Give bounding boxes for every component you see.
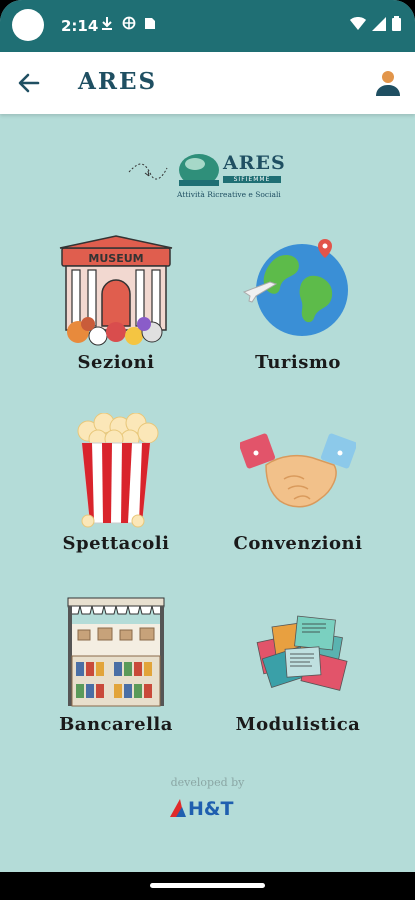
battery-icon [392,16,401,31]
menu-item-bancarella[interactable]: Bancarella [31,594,201,764]
menu-label: Sezioni [77,352,155,373]
market-stall-icon [67,597,165,707]
ht-logo: H&T [168,795,248,820]
popcorn-icon [77,413,159,528]
back-arrow-icon[interactable] [16,70,42,96]
ht-logo-icon: H&T [170,798,233,820]
download-icon [102,17,112,30]
gesture-nav-bar [0,872,415,900]
logo-subbrand: SIFIEMME [223,176,281,183]
system-icons [350,16,401,31]
user-icon[interactable] [375,69,401,97]
menu-item-turismo[interactable]: Turismo [213,232,383,402]
wifi-icon [350,16,366,30]
developed-by-text: developed by [170,776,245,789]
forms-icon [256,615,348,691]
menu-item-modulistica[interactable]: Modulistica [213,594,383,764]
ht-brand-text: H&T [188,798,233,819]
notification-icons [100,16,156,30]
status-bar: 2:14 [0,0,415,52]
ares-logo: ARES SIFIEMME Attività Ricreative e Soci… [125,150,290,210]
signal-icon [372,16,386,31]
museum-icon: MUSEUM [59,235,173,346]
app-title: ARES [78,68,158,95]
menu-item-sezioni[interactable]: MUSEUM Sezioni [31,232,201,402]
menu-label: Turismo [255,352,341,373]
menu-label: Modulistica [235,714,361,735]
sim-card-icon [145,18,155,29]
app-bar: ARES [0,52,415,114]
profile-dot-icon [12,9,44,41]
menu-label: Spettacoli [62,533,170,554]
logo-tagline: Attività Ricreative e Sociali [177,190,281,199]
target-icon [122,16,136,30]
app-screen: 2:14 ARES ARES SIFIEMME Attività Ricreat… [0,0,415,900]
home-gesture-handle[interactable] [150,883,265,888]
logo-wordmark: ARES [223,152,286,174]
globe-icon [242,239,348,336]
handshake-icon [240,433,356,508]
menu-item-spettacoli[interactable]: Spettacoli [31,413,201,583]
status-time: 2:14 [61,17,99,35]
svg-text:MUSEUM: MUSEUM [88,252,143,265]
logo-globe-icon [128,154,219,186]
menu-item-convenzioni[interactable]: Convenzioni [213,413,383,583]
menu-label: Convenzioni [233,533,363,554]
menu-label: Bancarella [59,714,173,735]
